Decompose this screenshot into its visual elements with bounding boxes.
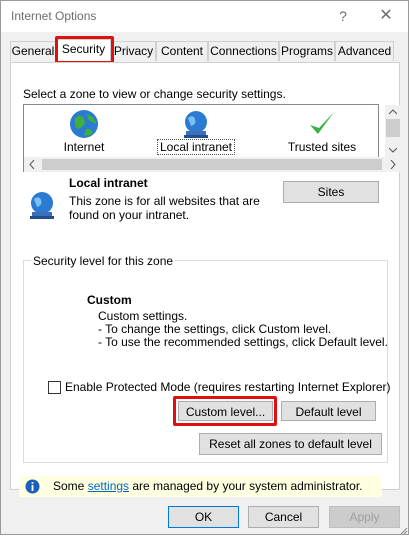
tab-privacy[interactable]: Privacy	[111, 41, 156, 61]
cancel-button[interactable]: Cancel	[248, 506, 319, 528]
selected-zone-description-line1: This zone is for all websites that are	[69, 194, 260, 208]
security-level-group-title: Security level for this zone	[31, 254, 176, 268]
tab-label: Programs	[280, 44, 333, 58]
tab-general[interactable]: General	[10, 41, 56, 61]
tab-advanced[interactable]: Advanced	[335, 41, 394, 61]
internet-options-dialog: Internet Options ? ✕ General Security Pr…	[0, 0, 409, 535]
globe-icon	[70, 110, 98, 138]
scroll-down-icon[interactable]	[389, 147, 397, 153]
tab-label: Connections	[210, 44, 277, 58]
security-tab-highlight	[55, 36, 114, 64]
tab-connections[interactable]: Connections	[208, 41, 279, 61]
default-level-button[interactable]: Default level	[281, 401, 376, 421]
zone-internet[interactable]: Internet	[44, 105, 124, 157]
zone-trusted-sites[interactable]: Trusted sites	[279, 105, 365, 157]
tab-label: Content	[160, 44, 204, 58]
window-title: Internet Options	[11, 9, 97, 23]
scroll-up-icon[interactable]	[389, 109, 397, 115]
checkmark-icon	[310, 112, 334, 134]
resize-grip-icon	[400, 527, 408, 535]
close-icon[interactable]: ✕	[374, 6, 398, 26]
admin-info-bar: Some settings are managed by your system…	[19, 476, 382, 497]
zone-list-horizontal-scrollbar[interactable]	[24, 157, 401, 172]
ok-button[interactable]: OK	[168, 506, 239, 528]
zone-prompt: Select a zone to view or change security…	[23, 87, 286, 101]
security-level-title: Custom	[87, 293, 132, 307]
selected-zone-title: Local intranet	[69, 176, 148, 190]
intranet-globe-icon	[30, 192, 54, 219]
protected-mode-checkbox[interactable]	[48, 381, 61, 394]
scrollbar-thumb[interactable]	[42, 159, 382, 170]
title-bar: Internet Options ? ✕	[1, 1, 408, 32]
apply-button[interactable]: Apply	[329, 506, 400, 528]
security-level-line2: - To change the settings, click Custom l…	[98, 322, 332, 336]
custom-level-highlight	[173, 396, 277, 426]
zone-local-intranet[interactable]: Local intranet	[156, 105, 236, 157]
tab-label: General	[11, 44, 55, 58]
scrollbar-thumb[interactable]	[386, 119, 400, 137]
settings-link[interactable]: settings	[88, 479, 129, 493]
security-level-line3: - To use the recommended settings, click…	[98, 335, 388, 349]
resize-grip[interactable]	[399, 524, 408, 535]
intranet-globe-icon	[184, 111, 208, 138]
tab-content[interactable]: Content	[156, 41, 208, 61]
tab-programs[interactable]: Programs	[279, 41, 335, 61]
selected-zone-description-line2: found on your intranet.	[69, 208, 190, 222]
tab-label: Privacy	[113, 44, 154, 58]
protected-mode-label: Enable Protected Mode (requires restarti…	[65, 380, 391, 394]
zone-list-vertical-scrollbar[interactable]	[385, 105, 401, 157]
admin-info-text: Some settings are managed by your system…	[53, 479, 362, 493]
scroll-left-icon[interactable]	[29, 160, 35, 169]
info-icon	[25, 479, 40, 494]
zone-label: Local intranet	[156, 139, 236, 155]
tab-label: Advanced	[337, 44, 392, 58]
sites-button[interactable]: Sites	[283, 181, 379, 203]
info-text-prefix: Some	[53, 479, 88, 493]
zone-label: Internet	[63, 140, 105, 154]
help-icon[interactable]: ?	[331, 6, 355, 26]
scroll-right-icon[interactable]	[390, 160, 396, 169]
reset-all-zones-button[interactable]: Reset all zones to default level	[199, 433, 382, 455]
security-level-line1: Custom settings.	[98, 309, 188, 323]
zone-label: Trusted sites	[287, 140, 357, 154]
zone-list[interactable]: Internet Local intranet Trusted sites	[23, 104, 401, 172]
info-text-suffix: are managed by your system administrator…	[129, 479, 363, 493]
